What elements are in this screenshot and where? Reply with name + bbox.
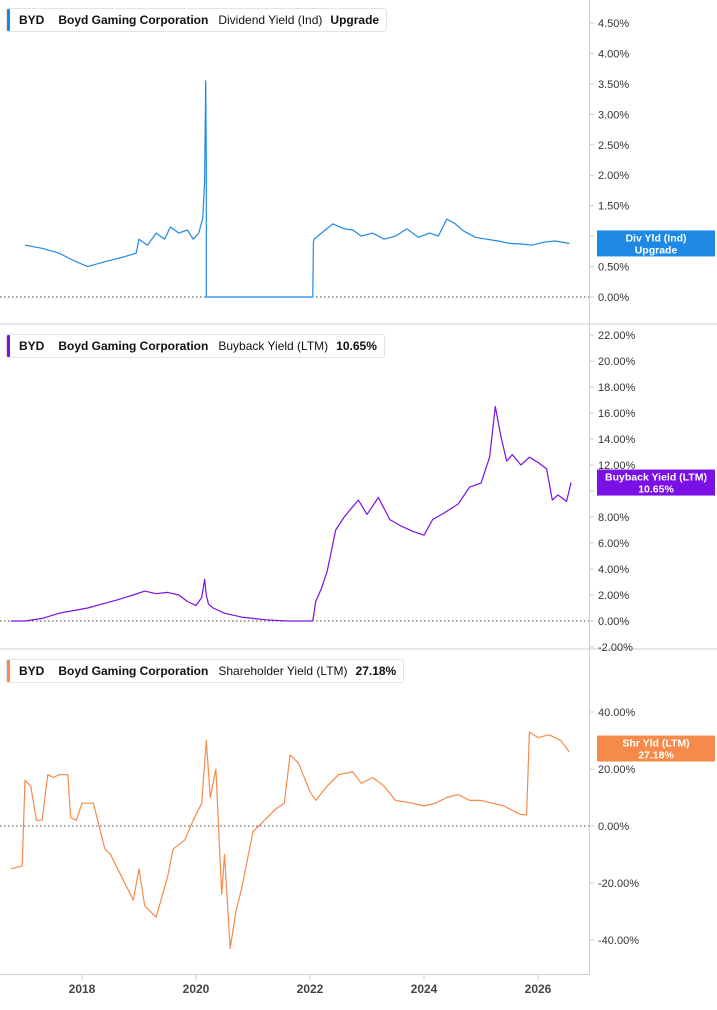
y-tick-label: 0.50% <box>598 262 629 274</box>
value-badge-value: Upgrade <box>635 244 678 256</box>
y-tick-label: 6.00% <box>598 538 629 550</box>
y-tick-label: 2.00% <box>598 170 629 182</box>
y-tick-label: 18.00% <box>598 382 636 394</box>
legend-value: 27.18% <box>355 664 397 678</box>
legend-company: Boyd Gaming Corporation <box>58 664 209 678</box>
y-tick-label: 20.00% <box>598 764 636 776</box>
legend-company: Boyd Gaming Corporation <box>58 13 209 27</box>
y-tick-label: 20.00% <box>598 356 636 368</box>
y-tick-label: 4.00% <box>598 564 629 576</box>
x-tick-label: 2020 <box>183 982 210 996</box>
y-tick-label: 0.00% <box>598 292 629 304</box>
legend-value: 10.65% <box>336 339 377 353</box>
y-tick-label: 16.00% <box>598 408 636 420</box>
y-tick-label: 0.00% <box>598 821 629 833</box>
y-tick-label: 4.00% <box>598 48 629 60</box>
y-tick-label: 4.50% <box>598 18 629 30</box>
y-tick-label: 2.50% <box>598 140 629 152</box>
y-tick-label: -20.00% <box>598 878 639 890</box>
legend-swatch-icon <box>7 660 10 682</box>
x-tick-label: 2024 <box>411 982 438 996</box>
y-tick-label: 8.00% <box>598 512 629 524</box>
y-tick-label: 2.00% <box>598 590 629 602</box>
series-line <box>10 405 572 622</box>
y-tick-label: 0.00% <box>598 616 629 628</box>
y-tick-label: -40.00% <box>598 935 639 947</box>
legend-panel-dividend-yield[interactable]: BYD Boyd Gaming Corporation Dividend Yie… <box>6 8 388 32</box>
value-badge-label: Shr Yld (LTM) <box>622 738 689 750</box>
y-tick-label: 3.50% <box>598 79 629 91</box>
legend-panel-buyback-yield[interactable]: BYD Boyd Gaming Corporation Buyback Yiel… <box>6 334 385 358</box>
legend-metric: Shareholder Yield (LTM) <box>218 664 348 678</box>
legend-panel-shareholder-yield[interactable]: BYD Boyd Gaming Corporation Shareholder … <box>6 659 405 683</box>
value-badge-value: 27.18% <box>638 750 674 762</box>
legend-metric: Dividend Yield (Ind) <box>218 13 323 27</box>
series-line <box>24 80 570 298</box>
legend-swatch-icon <box>7 9 10 31</box>
x-tick-label: 2018 <box>69 982 96 996</box>
chart-canvas: 4.50%4.00%3.50%3.00%2.50%2.00%1.50%1.00%… <box>0 0 717 1005</box>
series-line <box>10 731 570 950</box>
legend-value[interactable]: Upgrade <box>330 13 379 27</box>
value-badge-value: 10.65% <box>638 484 674 496</box>
legend-metric: Buyback Yield (LTM) <box>218 339 329 353</box>
value-badge-label: Div Yld (Ind) <box>625 232 686 244</box>
y-tick-label: 1.50% <box>598 201 629 213</box>
legend-swatch-icon <box>7 335 10 357</box>
value-badge-label: Buyback Yield (LTM) <box>605 472 707 484</box>
y-tick-label: 22.00% <box>598 330 636 342</box>
legend-ticker: BYD <box>19 339 45 353</box>
y-tick-label: 3.00% <box>598 109 629 121</box>
x-tick-label: 2022 <box>297 982 324 996</box>
x-tick-label: 2026 <box>525 982 552 996</box>
y-tick-label: -2.00% <box>598 642 633 654</box>
y-tick-label: 40.00% <box>598 707 636 719</box>
legend-company: Boyd Gaming Corporation <box>58 339 209 353</box>
y-tick-label: 14.00% <box>598 434 636 446</box>
chart-svg: 4.50%4.00%3.50%3.00%2.50%2.00%1.50%1.00%… <box>0 0 717 996</box>
legend-ticker: BYD <box>19 13 45 27</box>
legend-ticker: BYD <box>19 664 45 678</box>
